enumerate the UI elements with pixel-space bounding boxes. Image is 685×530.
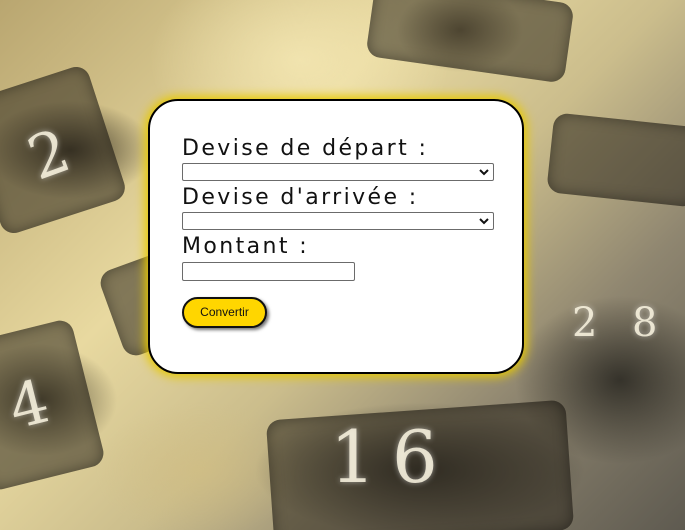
background-digit: 6 [392,415,438,499]
converter-form: Devise de départ : Devise d'arrivée : Mo… [148,99,524,374]
amount-label: Montant : [182,234,310,259]
from-currency-select[interactable] [182,163,494,181]
background-digit: 1 [330,415,376,499]
to-currency-label: Devise d'arrivée : [182,185,419,210]
convert-button[interactable]: Convertir [182,297,267,328]
background-key [546,112,685,208]
chevron-down-icon [479,218,489,225]
background-digit: 2 [572,300,598,346]
chevron-down-icon [479,169,489,176]
to-currency-select[interactable] [182,212,494,230]
amount-input[interactable] [182,262,355,281]
background-digit: 8 [632,300,658,346]
from-currency-label: Devise de départ : [182,136,429,161]
background-key [365,0,575,84]
